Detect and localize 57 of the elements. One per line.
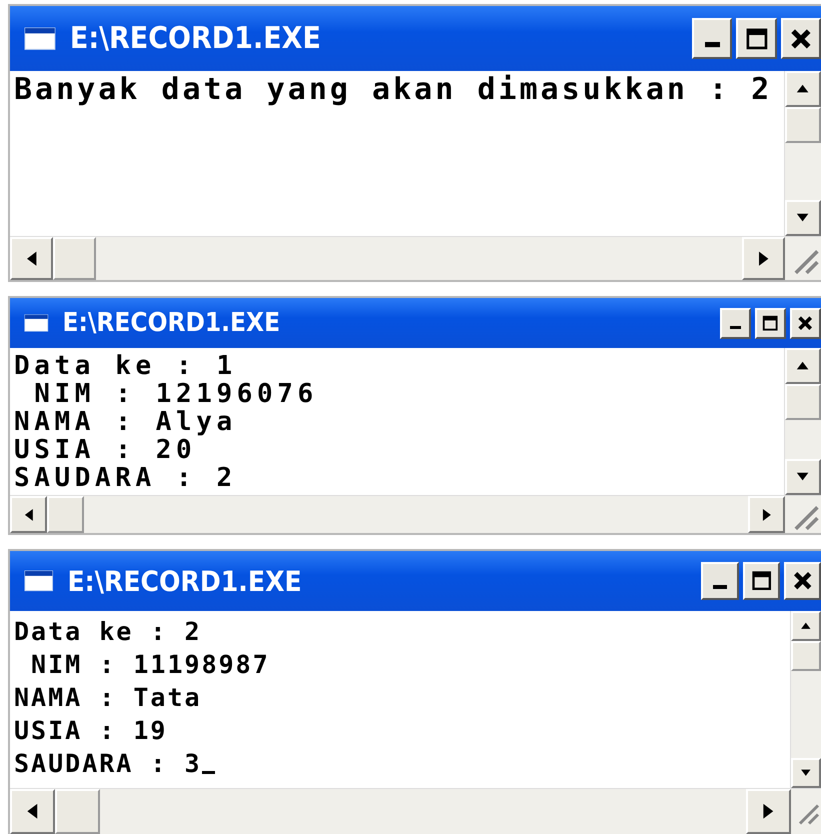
scroll-right-button[interactable]	[748, 496, 785, 533]
scroll-down-button[interactable]	[785, 459, 821, 495]
scroll-right-button[interactable]	[742, 237, 785, 280]
minimize-icon	[704, 42, 720, 48]
horizontal-scrollbar[interactable]	[10, 237, 785, 280]
maximize-button[interactable]	[736, 18, 777, 59]
minimize-icon	[730, 326, 742, 330]
close-icon	[796, 314, 815, 332]
maximize-button[interactable]	[742, 562, 780, 600]
console-text: NIM : 11198987	[30, 649, 270, 681]
window-title: E:\RECORD1.EXE	[62, 308, 282, 338]
console-text: Data ke : 1	[14, 352, 237, 380]
window-title: E:\RECORD1.EXE	[67, 564, 303, 598]
scroll-thumb[interactable]	[785, 384, 821, 420]
scroll-up-button[interactable]	[785, 348, 821, 384]
close-button[interactable]	[780, 18, 821, 59]
maximize-icon	[744, 26, 770, 52]
scroll-thumb[interactable]	[47, 496, 84, 533]
maximize-button[interactable]	[755, 308, 786, 338]
scroll-thumb[interactable]	[791, 641, 821, 671]
close-button[interactable]	[790, 308, 821, 338]
console-text: NAMA : Alya	[14, 408, 237, 436]
vertical-scrollbar[interactable]	[784, 348, 821, 495]
minimize-button[interactable]	[720, 308, 751, 338]
vertical-scrollbar[interactable]	[784, 71, 821, 236]
scroll-up-button[interactable]	[791, 611, 821, 641]
window-title: E:\RECORD1.EXE	[70, 21, 322, 56]
scroll-thumb[interactable]	[53, 237, 96, 280]
console-text: NIM : 12196076	[33, 380, 318, 408]
console-text: SAUDARA : 2	[14, 464, 237, 492]
scroll-down-button[interactable]	[791, 758, 821, 788]
scroll-down-button[interactable]	[785, 200, 821, 236]
console-text: Data ke : 2	[14, 616, 202, 648]
maximize-icon	[761, 314, 780, 332]
minimize-button[interactable]	[701, 562, 739, 600]
minimize-icon	[713, 584, 728, 590]
horizontal-scrollbar[interactable]	[10, 496, 785, 533]
scroll-left-button[interactable]	[10, 237, 53, 280]
window-icon	[24, 26, 56, 50]
scroll-thumb[interactable]	[785, 107, 821, 143]
maximize-icon	[750, 569, 773, 593]
console-text: SAUDARA : 3	[14, 748, 202, 780]
window-icon	[24, 570, 54, 592]
close-button[interactable]	[784, 562, 821, 600]
scroll-left-button[interactable]	[10, 789, 55, 834]
window-icon	[24, 314, 49, 332]
scroll-thumb[interactable]	[55, 789, 100, 834]
scroll-up-button[interactable]	[785, 71, 821, 107]
horizontal-scrollbar[interactable]	[10, 789, 791, 834]
scroll-left-button[interactable]	[10, 496, 47, 533]
console-text: Banyak data yang akan dimasukkan : 2	[14, 75, 772, 105]
console-text: USIA : 20	[14, 436, 196, 464]
scroll-right-button[interactable]	[746, 789, 791, 834]
console-text: NAMA : Tata	[14, 682, 202, 714]
minimize-button[interactable]	[692, 18, 732, 59]
vertical-scrollbar[interactable]	[790, 611, 821, 788]
console-text: USIA : 19	[14, 715, 168, 747]
